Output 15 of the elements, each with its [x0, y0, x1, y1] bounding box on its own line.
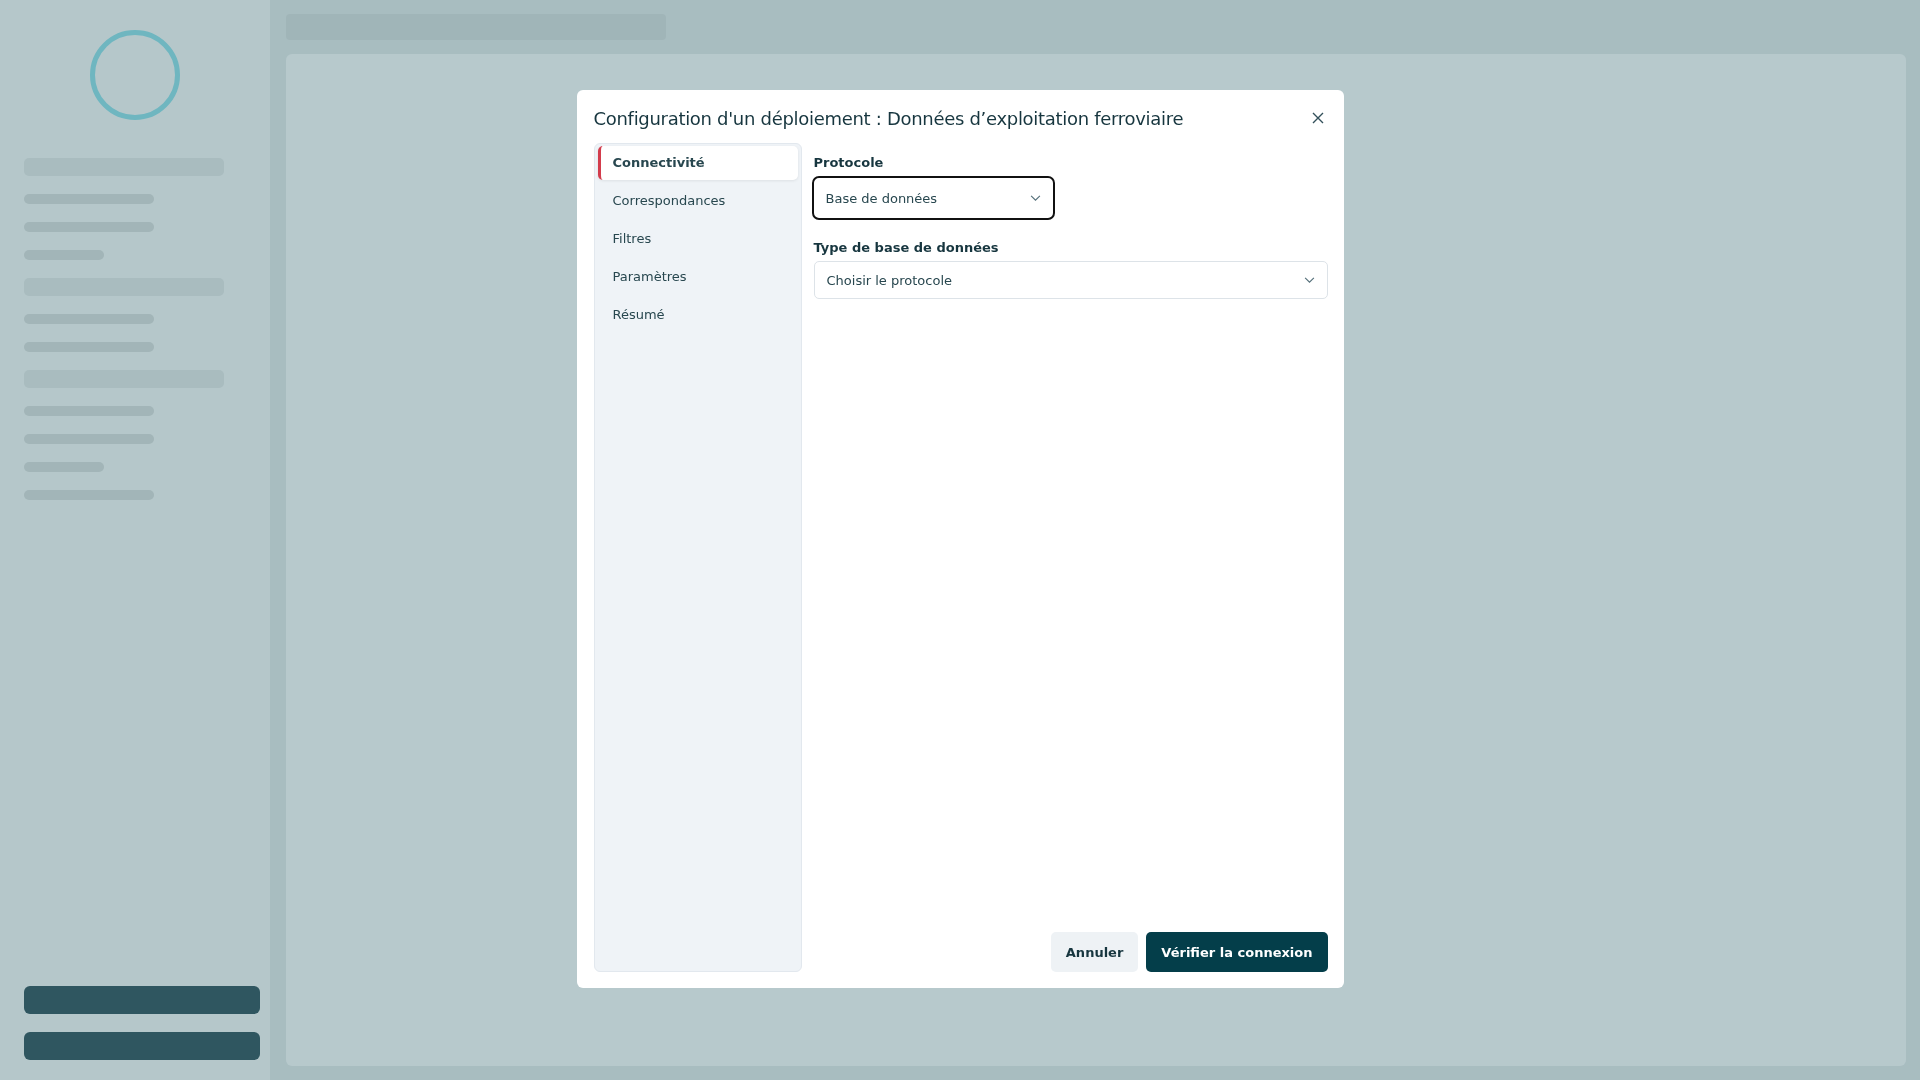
- select-field[interactable]: Choisir le protocole: [813, 261, 1328, 299]
- field-label: Protocole: [813, 155, 885, 170]
- step-tab[interactable]: Filtres: [597, 222, 798, 256]
- close-icon[interactable]: [1311, 112, 1324, 124]
- field-label: Type de base de données: [813, 240, 1000, 255]
- chevron-down-icon: [1303, 276, 1315, 284]
- step-tab[interactable]: Correspondances: [597, 184, 798, 218]
- verify-button[interactable]: Vérifier la connexion: [1146, 932, 1328, 972]
- cancel-button[interactable]: Annuler: [1050, 932, 1139, 972]
- chevron-down-icon: [1029, 194, 1041, 202]
- step-tab[interactable]: Résumé: [597, 298, 798, 332]
- dialog-title: Configuration d'un déploiement : Données d’exploitation ferroviaire: [593, 107, 1184, 129]
- step-tab[interactable]: Paramètres: [597, 260, 798, 294]
- select-field[interactable]: Base de données: [811, 176, 1055, 220]
- step-tab[interactable]: Connectivité: [597, 146, 798, 180]
